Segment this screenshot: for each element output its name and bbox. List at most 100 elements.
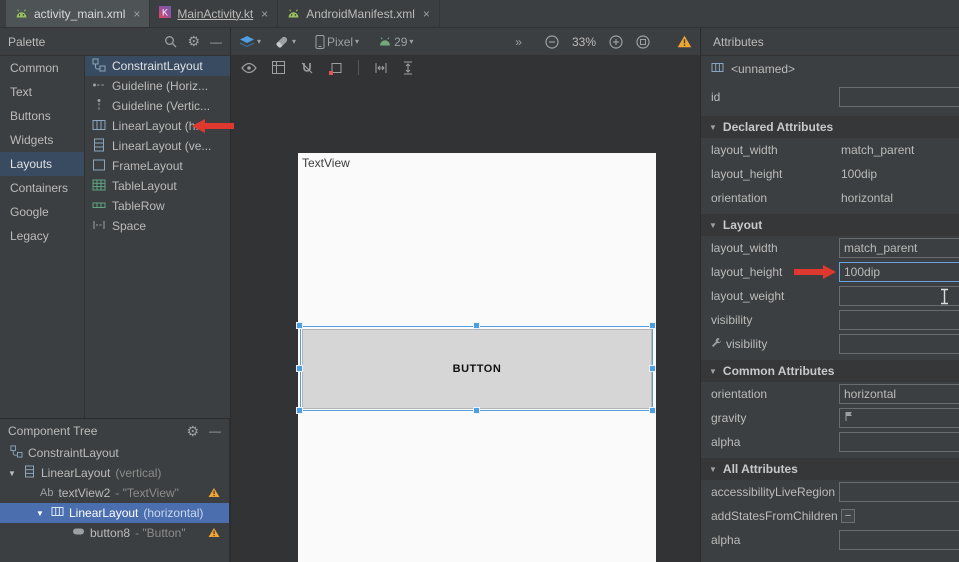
canvas-button[interactable]: BUTTON: [302, 329, 652, 409]
default-margins-icon[interactable]: [329, 61, 343, 75]
attr-row-gravity: gravity: [701, 406, 959, 430]
flag-icon: [844, 409, 854, 427]
gear-icon[interactable]: ⚙: [186, 423, 199, 440]
attr-row-layout-width-declared: layout_width match_parent: [701, 138, 959, 162]
alpha-all-field[interactable]: [839, 530, 959, 550]
palette-category-text[interactable]: Text: [0, 80, 84, 104]
framelayout-icon: [92, 158, 106, 175]
tree-row-linearlayout-vertical[interactable]: ▼ LinearLayout (vertical): [0, 463, 229, 483]
zoom-level: 33%: [572, 35, 596, 49]
tablerow-icon: [92, 198, 106, 215]
resize-handle-bottom-center[interactable]: [473, 407, 480, 414]
expand-vertical-icon[interactable]: [403, 61, 413, 75]
tree-row-constraintlayout[interactable]: ConstraintLayout: [0, 443, 229, 463]
layout-width-field[interactable]: match_parent: [839, 238, 959, 258]
addstatesfromchildren-checkbox[interactable]: –: [841, 509, 855, 523]
close-icon[interactable]: ×: [261, 8, 268, 20]
canvas-textview[interactable]: TextView: [302, 156, 350, 170]
palette-item-guideline-horizontal[interactable]: Guideline (Horiz...: [85, 76, 230, 96]
palette-item-constraintlayout[interactable]: ConstraintLayout: [85, 56, 230, 76]
collapse-icon[interactable]: ▼: [36, 509, 46, 518]
warnings-icon[interactable]: [677, 35, 692, 48]
palette-category-containers[interactable]: Containers: [0, 176, 84, 200]
view-options-eye-icon[interactable]: [241, 63, 257, 73]
palette-item-framelayout[interactable]: FrameLayout: [85, 156, 230, 176]
component-tree-title: Component Tree: [8, 424, 97, 438]
palette-item-linearlayout-horizontal[interactable]: LinearLayout (h...: [85, 116, 230, 136]
accessibilityliveregion-field[interactable]: [839, 482, 959, 502]
zoom-fit-icon[interactable]: [636, 35, 650, 49]
section-declared-attributes[interactable]: ▼ Declared Attributes: [701, 116, 959, 138]
orientation-field[interactable]: horizontal: [839, 384, 959, 404]
pack-horizontal-icon[interactable]: [374, 61, 388, 75]
resize-handle-top-left[interactable]: [296, 322, 303, 329]
palette-category-widgets[interactable]: Widgets: [0, 128, 84, 152]
toolbar-separator: [358, 60, 359, 75]
linearlayout-vertical-icon: [23, 465, 36, 481]
palette-item-space[interactable]: Space: [85, 216, 230, 236]
alpha-field[interactable]: [839, 432, 959, 452]
grid-mode-icon[interactable]: [272, 61, 285, 74]
section-layout[interactable]: ▼ Layout: [701, 214, 959, 236]
resize-handle-top-right[interactable]: [649, 322, 656, 329]
layout-height-field[interactable]: 100dip: [839, 262, 959, 282]
attr-row-accessibilityliveregion: accessibilityLiveRegion: [701, 480, 959, 504]
section-all-attributes[interactable]: ▼ All Attributes: [701, 458, 959, 480]
component-tree-panel: Component Tree ⚙ — ConstraintLayout ▼ Li…: [0, 418, 230, 562]
tools-visibility-field[interactable]: [839, 334, 959, 354]
gear-icon[interactable]: ⚙: [187, 33, 200, 50]
zoom-in-icon[interactable]: [609, 35, 623, 49]
kotlin-file-icon: K: [159, 6, 171, 21]
attr-row-layout-height-declared: layout_height 100dip: [701, 162, 959, 186]
close-icon[interactable]: ×: [423, 8, 430, 20]
minimize-icon[interactable]: —: [209, 424, 221, 438]
device-selector[interactable]: Pixel ▾: [315, 35, 359, 49]
palette-item-guideline-vertical[interactable]: Guideline (Vertic...: [85, 96, 230, 116]
button-icon: [72, 525, 85, 541]
tab-mainactivity-kt[interactable]: K MainActivity.kt ×: [150, 0, 278, 27]
palette-category-common[interactable]: Common: [0, 56, 84, 80]
layout-weight-field[interactable]: [839, 286, 959, 306]
search-icon[interactable]: [164, 35, 177, 48]
zoom-out-icon[interactable]: [545, 35, 559, 49]
visibility-field[interactable]: [839, 310, 959, 330]
autoconnect-off-magnet-icon[interactable]: [300, 61, 314, 75]
api-selector[interactable]: 29 ▾: [378, 35, 413, 49]
toolbar-overflow-icon[interactable]: »: [515, 35, 522, 49]
resize-handle-bottom-right[interactable]: [649, 407, 656, 414]
resize-handle-top-center[interactable]: [473, 322, 480, 329]
attr-row-layout-weight: layout_weight: [701, 284, 959, 308]
palette-category-buttons[interactable]: Buttons: [0, 104, 84, 128]
resize-handle-mid-left[interactable]: [296, 365, 303, 372]
collapse-icon[interactable]: ▼: [8, 469, 18, 478]
tab-label: activity_main.xml: [34, 7, 125, 21]
close-icon[interactable]: ×: [133, 8, 140, 20]
tools-wrench-icon: [711, 337, 722, 351]
tab-activity-main-xml[interactable]: activity_main.xml ×: [6, 0, 150, 27]
device-screen-preview[interactable]: TextView BUTTON: [298, 153, 656, 562]
attr-row-orientation-declared: orientation horizontal: [701, 186, 959, 210]
palette-item-tablerow[interactable]: TableRow: [85, 196, 230, 216]
palette-category-google[interactable]: Google: [0, 200, 84, 224]
design-surface-toolbar: ▾ ▾ Pixel ▾ 29 ▾ » 33%: [230, 28, 700, 56]
tab-androidmanifest-xml[interactable]: AndroidManifest.xml ×: [278, 0, 440, 27]
palette-item-linearlayout-vertical[interactable]: LinearLayout (ve...: [85, 136, 230, 156]
design-canvas[interactable]: TextView BUTTON: [230, 56, 700, 562]
tree-row-linearlayout-horizontal[interactable]: ▼ LinearLayout (horizontal): [0, 503, 229, 523]
attr-row-alpha-all: alpha: [701, 528, 959, 552]
tab-label: AndroidManifest.xml: [306, 7, 415, 21]
palette-item-tablelayout[interactable]: TableLayout: [85, 176, 230, 196]
resize-handle-mid-right[interactable]: [649, 365, 656, 372]
id-field[interactable]: [839, 87, 959, 107]
attr-row-tools-visibility: visibility: [701, 332, 959, 356]
tree-row-button8[interactable]: button8 - "Button": [0, 523, 229, 543]
minimize-icon[interactable]: —: [210, 35, 222, 49]
tree-row-textview2[interactable]: Ab textView2 - "TextView": [0, 483, 229, 503]
orientation-icon[interactable]: ▾: [274, 34, 296, 50]
gravity-field[interactable]: [839, 408, 959, 428]
resize-handle-bottom-left[interactable]: [296, 407, 303, 414]
design-mode-icon[interactable]: ▾: [239, 36, 261, 48]
section-common-attributes[interactable]: ▼ Common Attributes: [701, 360, 959, 382]
palette-category-layouts[interactable]: Layouts: [0, 152, 84, 176]
palette-category-legacy[interactable]: Legacy: [0, 224, 84, 248]
